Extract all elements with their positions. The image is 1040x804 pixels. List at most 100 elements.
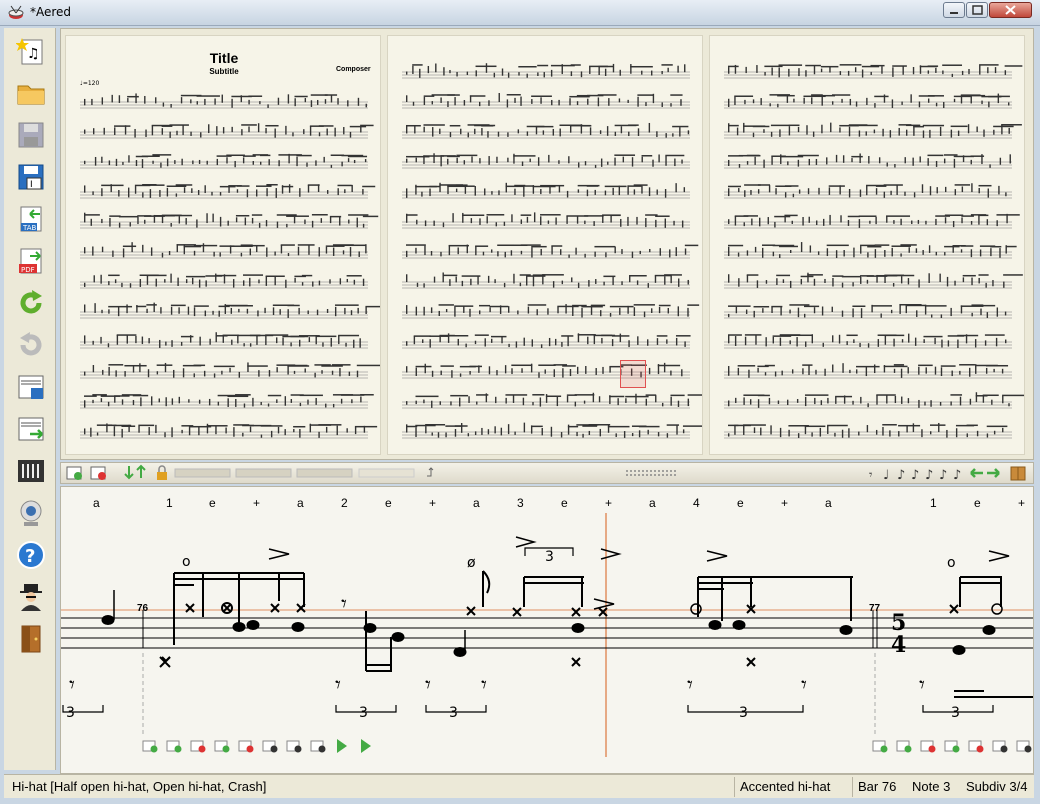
close-button[interactable]: [989, 2, 1032, 18]
staff-mark: [112, 250, 114, 257]
move-up-icon[interactable]: [136, 464, 146, 478]
staff-beam: [828, 185, 845, 187]
drum-staff[interactable]: a 1 e + a 2 e + a 3 e + a 4 e + a 1 e + 76 77 5 4: [61, 487, 1034, 774]
staff-mark: [961, 217, 963, 224]
help-button[interactable]: ?: [14, 538, 48, 572]
staff-beam: [656, 335, 668, 337]
cursor-up-icon[interactable]: [427, 467, 434, 477]
staff-mark: [779, 337, 782, 346]
staff-beam: [670, 94, 683, 96]
staff-mark: [320, 218, 323, 223]
staff-mark: [821, 95, 823, 106]
staff-mark: [607, 161, 609, 165]
volume-slider[interactable]: [235, 468, 292, 478]
staff-mark: [935, 160, 938, 167]
move-down-icon[interactable]: [124, 466, 134, 480]
drum-notation-editor[interactable]: a 1 e + a 2 e + a 3 e + a 4 e + a 1 e + 76 77 5 4: [60, 486, 1034, 774]
maximize-button[interactable]: [966, 2, 988, 18]
staff-mark: [636, 216, 638, 225]
staff-mark: [928, 273, 930, 283]
page-export-button[interactable]: [14, 412, 48, 446]
staff-beam: [950, 394, 963, 396]
staff-mark: [681, 369, 683, 377]
save-as-button[interactable]: I: [14, 160, 48, 194]
save-button[interactable]: [14, 118, 48, 152]
score-page-view[interactable]: Title Subtitle Composer ♩=120: [60, 28, 1034, 460]
staff-mark: [759, 217, 761, 227]
staff-mark: [488, 100, 490, 106]
page-layout-button[interactable]: [14, 370, 48, 404]
zoom-slider[interactable]: [174, 468, 231, 478]
swing-slider[interactable]: [358, 468, 415, 478]
staff-mark: [507, 72, 510, 78]
staff-mark: [974, 339, 977, 348]
staff-mark: [584, 161, 587, 166]
package-icon[interactable]: [1010, 466, 1026, 481]
arrow-left-icon[interactable]: [970, 468, 983, 478]
note-value-icons[interactable]: 𝄾 ♩ ♪ ♪ ♪ ♪ ♪: [869, 468, 961, 483]
staff-mark: [869, 220, 871, 224]
staff-beam: [670, 394, 685, 397]
staff-mark: [439, 401, 441, 405]
staff-beam: [481, 125, 494, 127]
score-page-1[interactable]: Title Subtitle Composer ♩=120: [65, 35, 381, 455]
minimize-button[interactable]: [943, 2, 965, 18]
staff-mark: [497, 131, 500, 137]
redo-icon: [20, 290, 42, 314]
staff-mark: [967, 124, 970, 134]
staff-mark: [334, 127, 336, 137]
staff-beam: [260, 425, 283, 427]
staff-mark: [225, 427, 227, 434]
undo-button[interactable]: [14, 328, 48, 362]
slash-icon-badge: [1000, 745, 1008, 753]
mixer-button[interactable]: [14, 454, 48, 488]
note-palette-bar-76[interactable]: [142, 739, 371, 753]
lock-icon[interactable]: [157, 465, 167, 480]
staff-mark: [950, 307, 952, 317]
staff-mark: [560, 432, 563, 438]
staff-mark: [526, 131, 529, 136]
remove-bar-icon[interactable]: [90, 466, 106, 480]
redo-button[interactable]: [14, 286, 48, 320]
status-subdiv: Subdiv 3/4: [966, 779, 1028, 794]
staff-mark: [484, 338, 486, 347]
staff-mark: [505, 397, 507, 404]
splitter-grip[interactable]: [626, 470, 676, 476]
staff-mark: [92, 191, 94, 195]
export-pdf-button[interactable]: PDF: [14, 244, 48, 278]
staff-mark: [853, 247, 855, 258]
staff-mark: [293, 216, 296, 224]
staff-mark: [96, 432, 99, 436]
staff-mark: [425, 426, 427, 434]
staff-mark: [744, 336, 747, 346]
staff-mark: [643, 311, 646, 318]
staff-mark: [986, 219, 989, 226]
staff-mark: [768, 185, 771, 193]
staff-mark: [608, 98, 610, 106]
score-page-3[interactable]: [709, 35, 1025, 455]
arrow-right-icon[interactable]: [987, 468, 1000, 478]
open-button[interactable]: [14, 76, 48, 110]
score-page-2[interactable]: [387, 35, 703, 455]
staff-beam: [108, 305, 133, 308]
staff-mark: [594, 189, 596, 195]
staff-mark: [595, 368, 597, 375]
add-bar-icon[interactable]: [66, 466, 82, 480]
staff-mark: [205, 280, 207, 287]
note-palette-bar-77[interactable]: [872, 739, 1034, 753]
staff-mark: [100, 398, 103, 403]
user-button[interactable]: [14, 580, 48, 614]
staff-mark: [922, 250, 924, 255]
staff-mark: [479, 310, 481, 315]
staff-mark: [474, 186, 476, 196]
staff-mark: [832, 277, 834, 287]
staff-mark: [121, 282, 123, 288]
export-tab-button[interactable]: TAB: [14, 202, 48, 236]
new-file-button[interactable]: ♫: [14, 34, 48, 68]
loop-note-icon-badge: [904, 745, 912, 753]
webcam-button[interactable]: [14, 496, 48, 530]
exit-button[interactable]: [14, 622, 48, 656]
tempo-slider[interactable]: [296, 468, 353, 478]
staff-mark: [923, 339, 925, 343]
staff-mark: [900, 368, 903, 378]
